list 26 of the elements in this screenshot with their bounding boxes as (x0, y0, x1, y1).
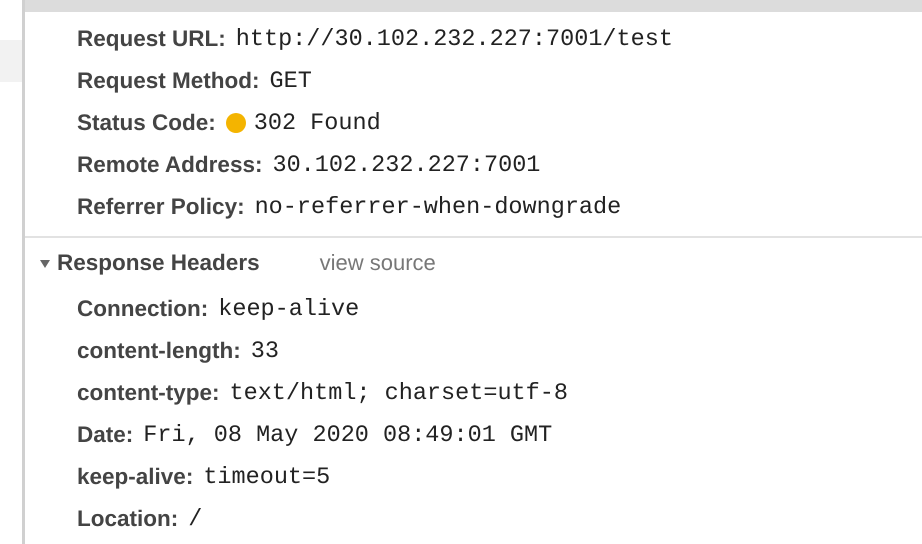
header-name: Remote Address: (77, 152, 262, 178)
header-value: / (188, 506, 202, 532)
header-name: Referrer Policy: (77, 194, 245, 220)
header-value: 30.102.232.227:7001 (272, 152, 540, 178)
header-name: content-length: (77, 338, 241, 364)
header-value: GET (270, 68, 312, 94)
header-value: keep-alive (218, 296, 360, 322)
header-name: content-type: (77, 380, 220, 406)
header-value: http://30.102.232.227:7001/test (236, 26, 673, 52)
header-name: Location: (77, 506, 178, 532)
section-title[interactable]: Response Headers (57, 250, 260, 276)
header-value: 302 Found (254, 110, 381, 136)
header-value: no-referrer-when-downgrade (254, 194, 622, 220)
header-name: Connection: (77, 296, 208, 322)
view-source-link[interactable]: view source (320, 250, 436, 276)
header-value: text/html; charset=utf-8 (230, 380, 568, 406)
header-name: Request URL: (77, 26, 226, 52)
selected-row (0, 40, 22, 82)
header-name: keep-alive: (77, 464, 194, 490)
header-name: Status Code: (77, 110, 216, 136)
header-value: 33 (250, 338, 279, 364)
disclosure-triangle-icon[interactable] (39, 257, 51, 269)
header-name: Date: (77, 422, 134, 448)
header-value: Fri, 08 May 2020 08:49:01 GMT (143, 422, 552, 448)
header-value: timeout=5 (203, 464, 330, 490)
header-name: Request Method: (77, 68, 260, 94)
